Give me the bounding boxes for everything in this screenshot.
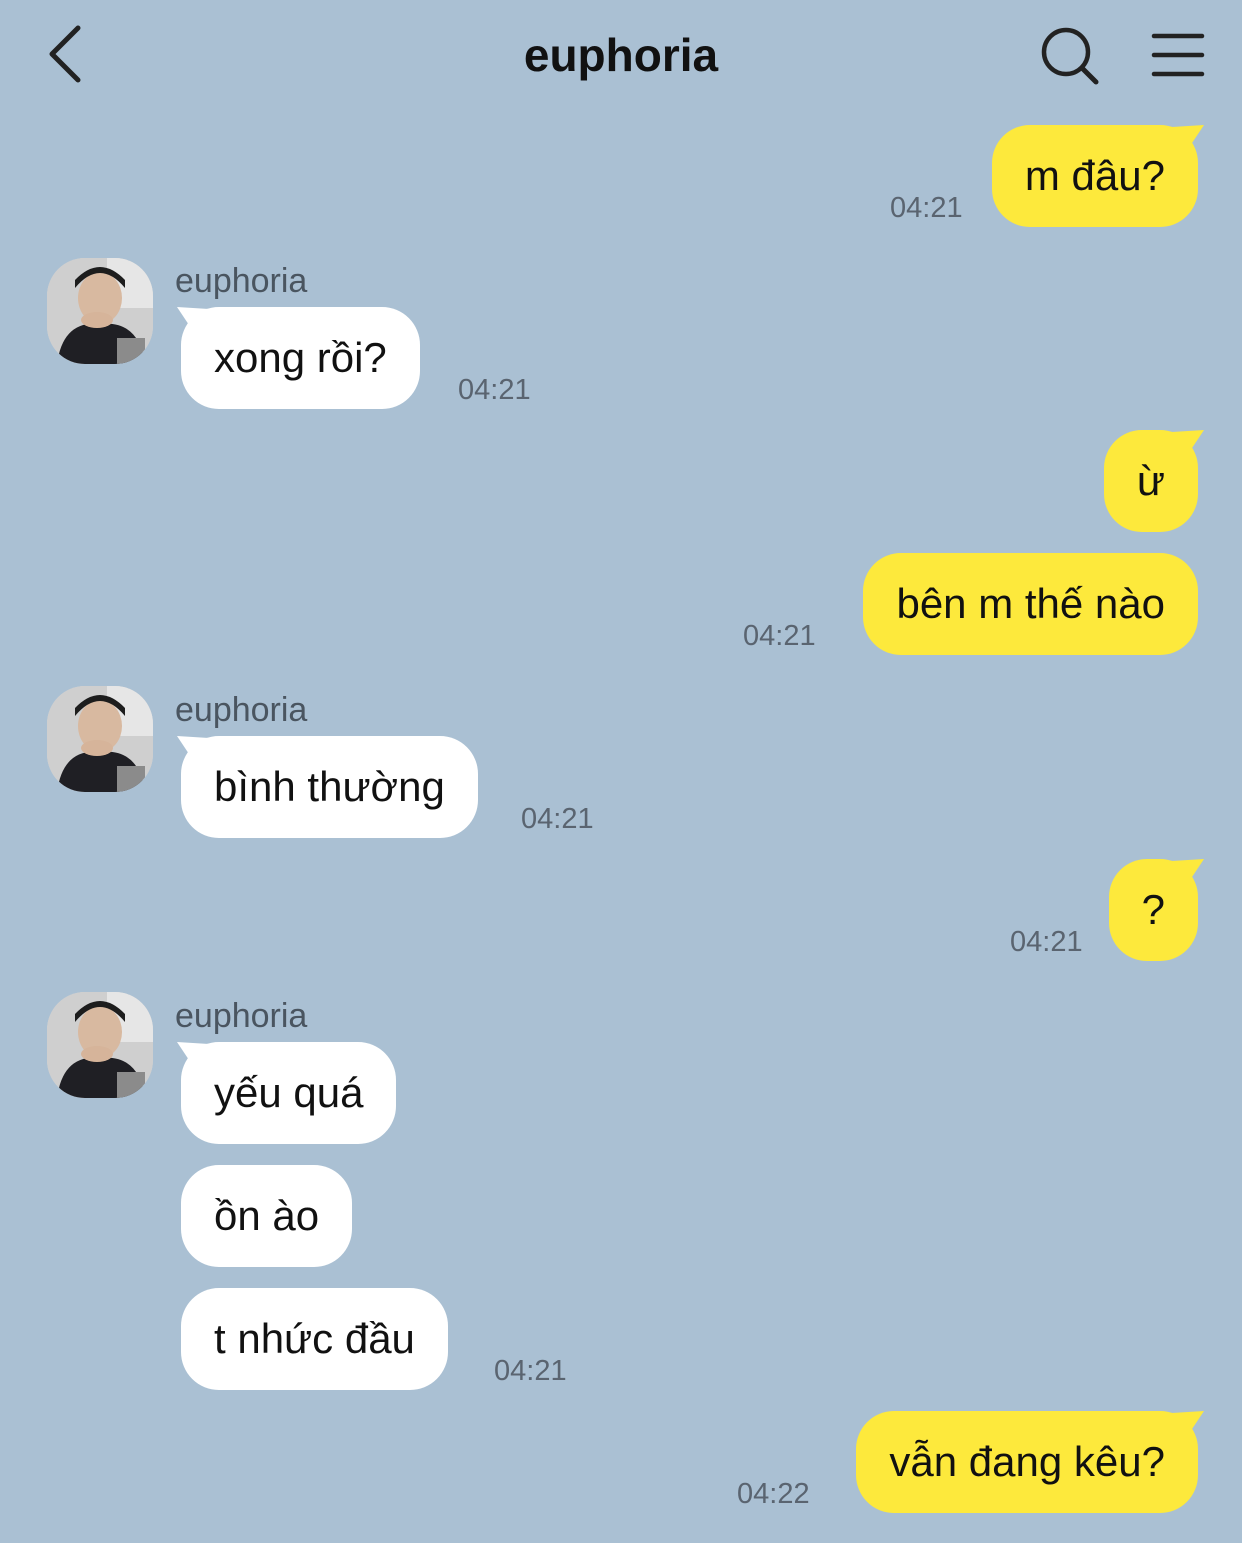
their-message-bubble[interactable]: yếu quá — [181, 1042, 397, 1144]
avatar-photo-icon — [47, 686, 153, 792]
avatar-photo-icon — [47, 992, 153, 1098]
message-text: ồn ào — [214, 1192, 320, 1239]
their-message-bubble[interactable]: ồn ào — [181, 1165, 353, 1267]
message-text: xong rồi? — [214, 334, 387, 381]
sender-name: euphoria — [175, 262, 308, 300]
message-timestamp: 04:21 — [890, 192, 963, 224]
avatar-photo-icon — [47, 258, 153, 364]
their-message-bubble[interactable]: xong rồi? — [181, 307, 420, 409]
sender-name: euphoria — [175, 997, 308, 1035]
message-text: ? — [1141, 886, 1165, 933]
message-text: ừ — [1136, 457, 1165, 504]
hamburger-menu-icon — [1151, 33, 1205, 77]
my-message-bubble[interactable]: m đâu? — [991, 125, 1198, 227]
message-text: yếu quá — [214, 1069, 364, 1116]
message-timestamp: 04:21 — [494, 1355, 567, 1387]
message-text: bên m thế nào — [896, 580, 1165, 627]
search-button[interactable] — [1038, 24, 1102, 88]
message-text: vẫn đang kêu? — [889, 1438, 1165, 1485]
message-timestamp: 04:21 — [743, 620, 816, 652]
bubble-tail — [1172, 859, 1204, 889]
bubble-tail — [1172, 125, 1204, 155]
message-timestamp: 04:22 — [737, 1478, 810, 1510]
message-text: m đâu? — [1024, 152, 1165, 199]
message-timestamp: 04:21 — [458, 374, 531, 406]
avatar[interactable] — [47, 992, 153, 1098]
avatar[interactable] — [47, 686, 153, 792]
their-message-bubble[interactable]: t nhức đầu — [181, 1288, 448, 1390]
their-message-bubble[interactable]: bình thường — [181, 736, 478, 838]
avatar[interactable] — [47, 258, 153, 364]
my-message-bubble[interactable]: bên m thế nào — [863, 553, 1198, 655]
message-text: t nhức đầu — [214, 1315, 415, 1362]
my-message-bubble[interactable]: vẫn đang kêu? — [856, 1411, 1198, 1513]
message-text: bình thường — [214, 763, 445, 810]
message-timestamp: 04:21 — [521, 803, 594, 835]
bubble-tail — [1172, 1411, 1204, 1441]
menu-button[interactable] — [1148, 26, 1208, 86]
search-icon — [1041, 27, 1099, 85]
sender-name: euphoria — [175, 691, 308, 729]
message-timestamp: 04:21 — [1010, 926, 1083, 958]
chat-header: euphoria — [0, 0, 1242, 110]
bubble-tail — [1172, 430, 1204, 460]
